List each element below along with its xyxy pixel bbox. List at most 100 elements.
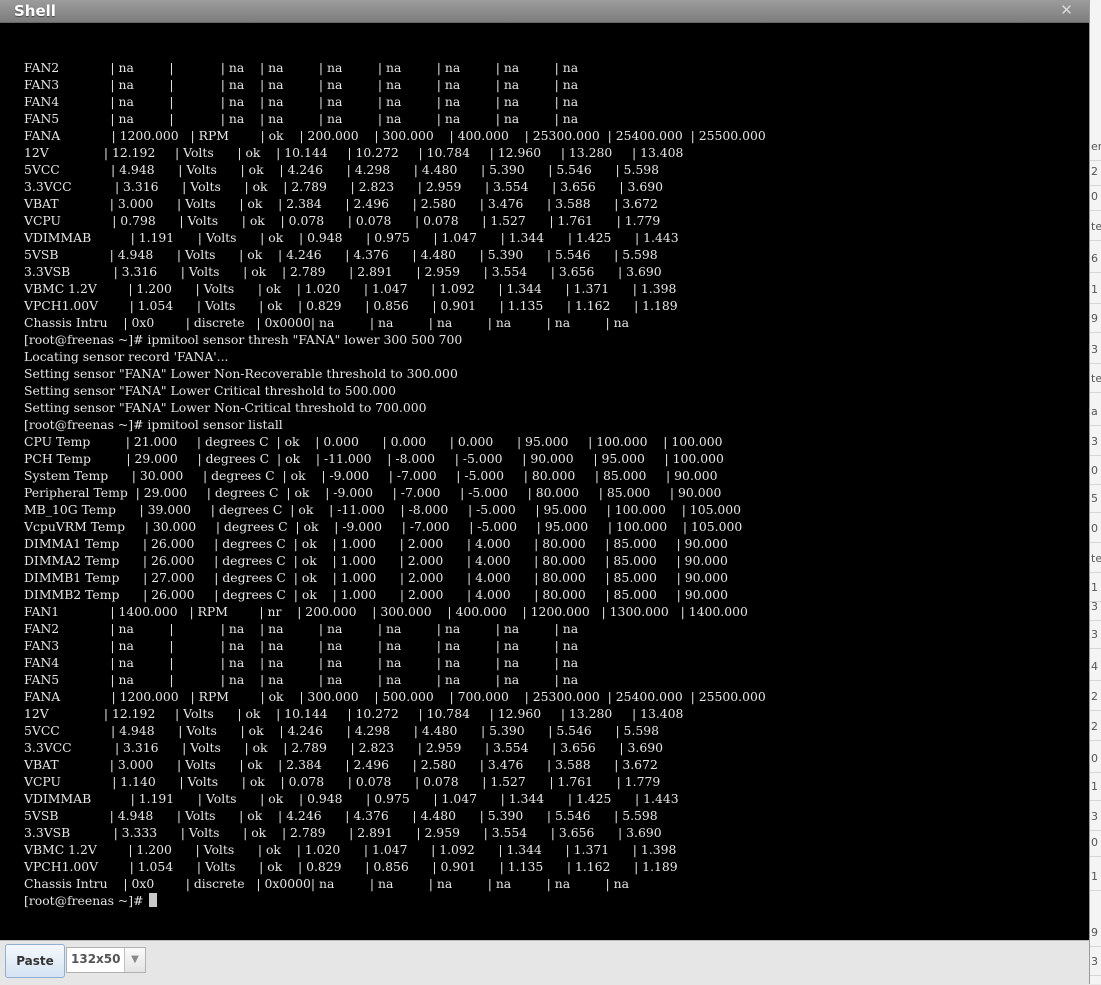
terminal-line: DIMMA1 Temp | 26.000 | degrees C | ok | … — [24, 536, 728, 551]
terminal-cursor — [149, 893, 158, 907]
terminal-line: FANA | 1200.000 | RPM | ok | 200.000 | 3… — [24, 128, 766, 143]
terminal-line: System Temp | 30.000 | degrees C | ok | … — [24, 468, 718, 483]
terminal-line: Setting sensor "FANA" Lower Critical thr… — [24, 383, 397, 398]
terminal-line: FAN4 | na | | na | na | na | na | na | n… — [24, 94, 579, 109]
background-text-fragment: 0 — [1091, 522, 1098, 535]
background-row-divider — [1090, 856, 1101, 857]
terminal-line: CPU Temp | 21.000 | degrees C | ok | 0.0… — [24, 434, 723, 449]
terminal-line: FAN3 | na | | na | na | na | na | na | n… — [24, 77, 579, 92]
close-icon[interactable]: ✕ — [1058, 2, 1075, 19]
background-text-fragment: 0 — [1091, 464, 1098, 477]
background-text-fragment: 5 — [1091, 492, 1098, 505]
terminal-line: [root@freenas ~]# ipmitool sensor thresh… — [24, 332, 463, 347]
background-text-fragment: 3 — [1091, 435, 1098, 448]
chevron-down-icon[interactable]: ▼ — [124, 948, 145, 972]
terminal-line: Locating sensor record 'FANA'... — [24, 349, 229, 364]
background-row-divider — [1090, 975, 1101, 976]
background-page-edge: er 2 0 te 6 1 9 3 te a 3 0 5 0 te 1 3 3 4 2 2 0 1 3 0 1 9 3 — [1090, 0, 1101, 984]
background-row-divider — [1090, 425, 1101, 426]
background-row-divider — [1090, 830, 1101, 831]
terminal-line: FAN5 | na | | na | na | na | na | na | n… — [24, 111, 579, 126]
terminal-line: VCPU | 1.140 | Volts | ok | 0.078 | 0.07… — [24, 774, 661, 789]
terminal-line: 3.3VSB | 3.333 | Volts | ok | 2.789 | 2.… — [24, 825, 662, 840]
terminal-line: VPCH1.00V | 1.054 | Volts | ok | 0.829 |… — [24, 298, 678, 313]
terminal-line: VDIMMAB | 1.191 | Volts | ok | 0.948 | 0… — [24, 230, 679, 245]
background-text-fragment: 3 — [1091, 343, 1098, 356]
background-text-fragment: 3 — [1091, 600, 1098, 613]
terminal-line: Setting sensor "FANA" Lower Non-Critical… — [24, 400, 427, 415]
background-text-fragment: a — [1091, 405, 1098, 418]
background-row-divider — [1090, 160, 1101, 161]
terminal-line: FAN5 | na | | na | na | na | na | na | n… — [24, 672, 579, 687]
terminal-size-value: 132x50 — [71, 952, 121, 966]
window-title: Shell — [14, 2, 56, 20]
terminal-line: 12V | 12.192 | Volts | ok | 10.144 | 10.… — [24, 145, 684, 160]
background-text-fragment: 4 — [1091, 660, 1098, 673]
background-row-divider — [1090, 363, 1101, 364]
background-row-divider — [1090, 455, 1101, 456]
background-text-fragment: 2 — [1091, 690, 1098, 703]
background-text-fragment: 2 — [1091, 165, 1098, 178]
background-row-divider — [1090, 272, 1101, 273]
background-row-divider — [1090, 332, 1101, 333]
terminal-lines: FAN2 | na | | na | na | na | na | na | n… — [24, 59, 766, 909]
terminal-line: DIMMB2 Temp | 26.000 | degrees C | ok | … — [24, 587, 729, 602]
terminal-line: FANA | 1200.000 | RPM | ok | 300.000 | 5… — [24, 689, 766, 704]
terminal-line: FAN1 | 1400.000 | RPM | nr | 200.000 | 3… — [24, 604, 748, 619]
terminal-line: PCH Temp | 29.000 | degrees C | ok | -11… — [24, 451, 724, 466]
background-row-divider — [1090, 890, 1101, 891]
background-text-fragment: 1 — [1091, 283, 1098, 296]
terminal-prompt-line: [root@freenas ~]# — [24, 892, 766, 909]
terminal-line: VPCH1.00V | 1.054 | Volts | ok | 0.829 |… — [24, 859, 678, 874]
background-row-divider — [1090, 946, 1101, 947]
background-row-divider — [1090, 392, 1101, 393]
background-row-divider — [1090, 772, 1101, 773]
terminal-line: DIMMA2 Temp | 26.000 | degrees C | ok | … — [24, 553, 728, 568]
title-bar: Shell ✕ — [0, 0, 1089, 23]
background-text-fragment: 3 — [1091, 810, 1098, 823]
background-text-fragment: 6 — [1091, 252, 1098, 265]
background-row-divider — [1090, 240, 1101, 241]
background-row-divider — [1090, 620, 1101, 621]
terminal-line: Chassis Intru | 0x0 | discrete | 0x0000|… — [24, 876, 630, 891]
terminal-line: VBAT | 3.000 | Volts | ok | 2.384 | 2.49… — [24, 196, 658, 211]
terminal-line: VBMC 1.2V | 1.200 | Volts | ok | 1.020 |… — [24, 842, 677, 857]
background-text-fragment: 1 — [1091, 581, 1098, 594]
background-row-divider — [1090, 740, 1101, 741]
terminal-line: 5VCC | 4.948 | Volts | ok | 4.246 | 4.29… — [24, 162, 660, 177]
background-row-divider — [1090, 680, 1101, 681]
terminal-output[interactable]: FAN2 | na | | na | na | na | na | na | n… — [0, 23, 1089, 940]
terminal-line: 5VSB | 4.948 | Volts | ok | 4.246 | 4.37… — [24, 808, 658, 823]
terminal-line: 3.3VSB | 3.316 | Volts | ok | 2.789 | 2.… — [24, 264, 662, 279]
background-text-fragment: 0 — [1091, 836, 1098, 849]
terminal-line: 3.3VCC | 3.316 | Volts | ok | 2.789 | 2.… — [24, 179, 663, 194]
terminal-line: MB_10G Temp | 39.000 | degrees C | ok | … — [24, 502, 742, 517]
background-text-fragment: 1 — [1091, 780, 1098, 793]
background-row-divider — [1090, 185, 1101, 186]
background-text-fragment: er — [1091, 140, 1101, 153]
background-row-divider — [1090, 648, 1101, 649]
background-row-divider — [1090, 572, 1101, 573]
shell-toolbar: Paste 132x50 ▼ — [0, 940, 1089, 985]
paste-button[interactable]: Paste — [5, 944, 65, 978]
background-text-fragment: 3 — [1091, 955, 1098, 968]
terminal-line: VcpuVRM Temp | 30.000 | degrees C | ok |… — [24, 519, 743, 534]
background-row-divider — [1090, 210, 1101, 211]
terminal-line: Peripheral Temp | 29.000 | degrees C | o… — [24, 485, 722, 500]
terminal-line: FAN3 | na | | na | na | na | na | na | n… — [24, 638, 579, 653]
background-text-fragment: te — [1091, 372, 1101, 385]
terminal-line: 5VCC | 4.948 | Volts | ok | 4.246 | 4.29… — [24, 723, 660, 738]
background-row-divider — [1090, 542, 1101, 543]
terminal-line: [root@freenas ~]# ipmitool sensor listal… — [24, 417, 283, 432]
background-text-fragment: 9 — [1091, 926, 1098, 939]
background-text-fragment: 1 — [1091, 870, 1098, 883]
background-row-divider — [1090, 512, 1101, 513]
terminal-line: VDIMMAB | 1.191 | Volts | ok | 0.948 | 0… — [24, 791, 679, 806]
background-row-divider — [1090, 710, 1101, 711]
background-row-divider — [1090, 484, 1101, 485]
terminal-line: DIMMB1 Temp | 27.000 | degrees C | ok | … — [24, 570, 729, 585]
terminal-size-select[interactable]: 132x50 ▼ — [66, 947, 146, 973]
background-text-fragment: 2 — [1091, 720, 1098, 733]
background-text-fragment: te — [1091, 552, 1101, 565]
terminal-line: FAN2 | na | | na | na | na | na | na | n… — [24, 621, 579, 636]
